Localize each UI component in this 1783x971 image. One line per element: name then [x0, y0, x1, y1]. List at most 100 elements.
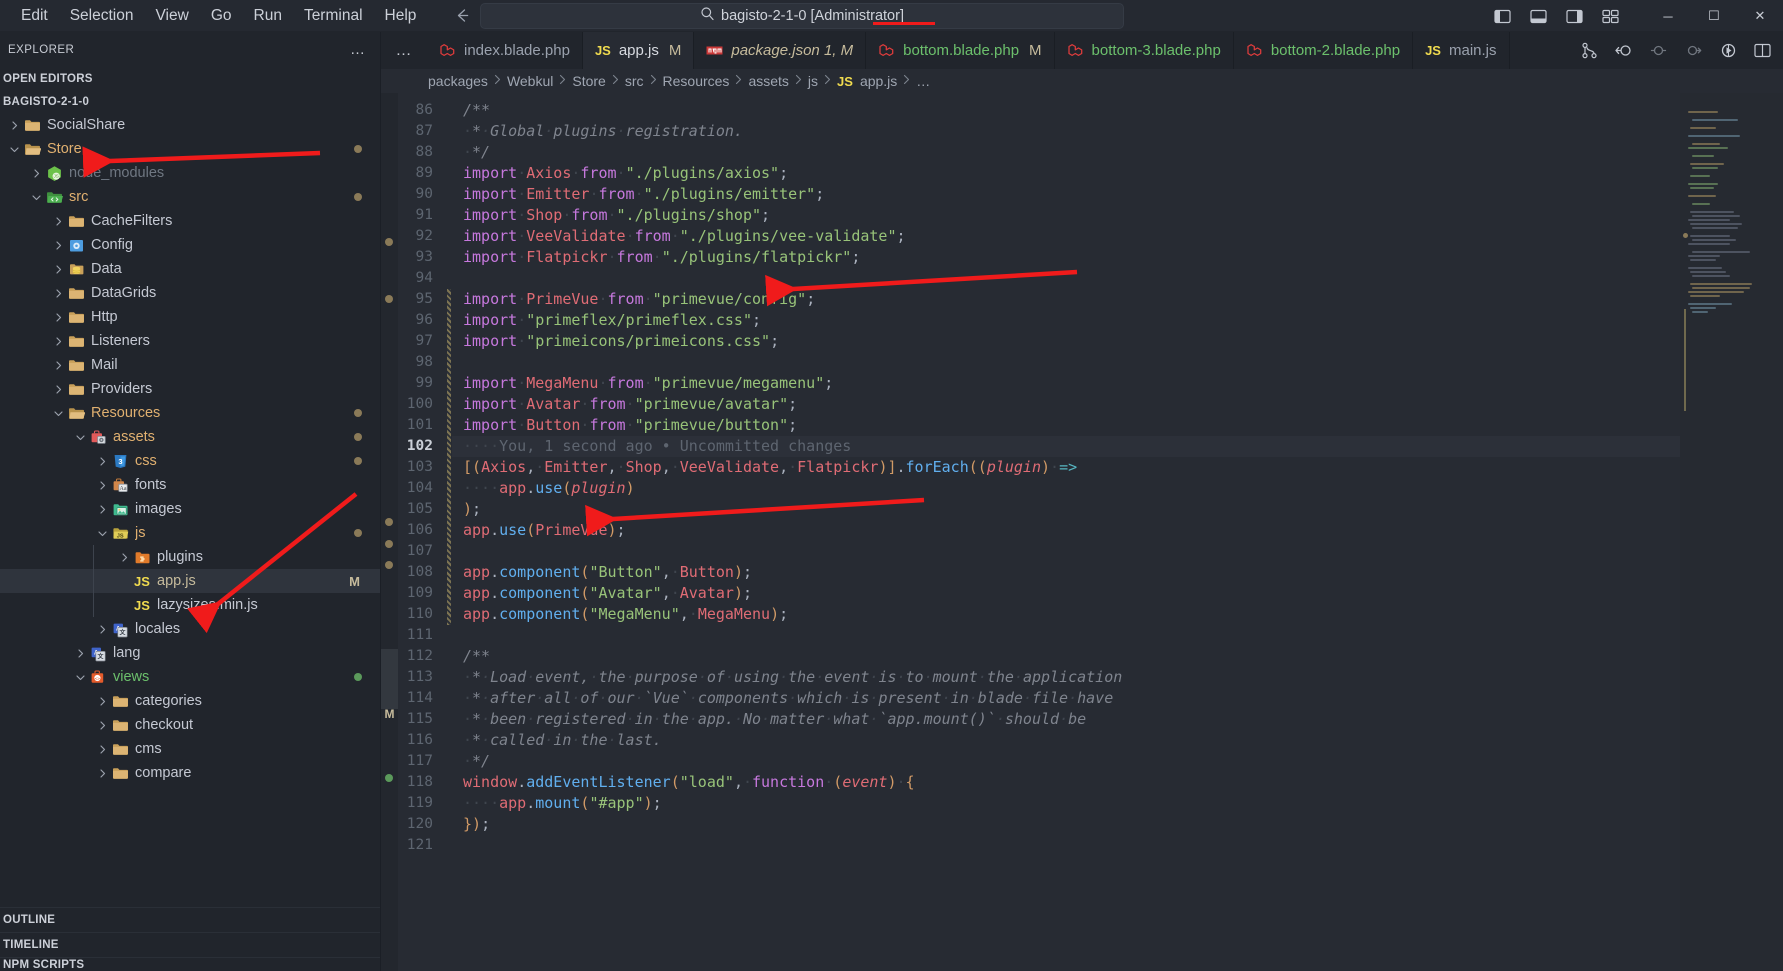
npm-scripts-panel-header[interactable]: NPM SCRIPTS [0, 957, 380, 971]
code-line[interactable]: import·Flatpickr·from·"./plugins/flatpic… [463, 247, 1680, 268]
code-line[interactable]: import·MegaMenu·from·"primevue/megamenu"… [463, 373, 1680, 394]
open-tabs[interactable]: index.blade.php JS app.js Mpackage.json 1, … [427, 32, 1569, 69]
code-line[interactable]: ····app.mount("#app"); [463, 793, 1680, 814]
command-center-search[interactable]: bagisto-2-1-0 [Administrator] [480, 3, 1124, 29]
chevron-down-icon[interactable] [73, 672, 88, 683]
breadcrumb-item[interactable]: src [625, 73, 644, 89]
code-line[interactable]: import·Button·from·"primevue/button"; [463, 415, 1680, 436]
chevron-right-icon[interactable] [51, 360, 66, 371]
tree-item-node-modules[interactable]: JS node_modules [0, 161, 380, 185]
menu-item-terminal[interactable]: Terminal [293, 4, 374, 28]
breadcrumb-item[interactable]: assets [748, 73, 788, 89]
code-line[interactable] [463, 352, 1680, 373]
chevron-right-icon[interactable] [51, 216, 66, 227]
split-editor-icon[interactable] [1754, 43, 1771, 58]
tab-bottom-3.blade.php[interactable]: bottom-3.blade.php [1054, 32, 1234, 69]
code-line[interactable]: app.use(PrimeVue); [463, 520, 1680, 541]
chevron-right-icon[interactable] [95, 720, 110, 731]
code-editor[interactable]: M 86 87 88 89 90 91 92 93 94 95 96 97 98 99 100 101 102 1… [381, 93, 1783, 971]
tree-item-datagrids[interactable]: DataGrids [0, 281, 380, 305]
tab-bottom-2.blade.php[interactable]: bottom-2.blade.php [1233, 32, 1414, 69]
tree-item-fonts[interactable]: Aa fonts [0, 473, 380, 497]
code-line[interactable]: }); [463, 814, 1680, 835]
open-editors-section[interactable]: OPEN EDITORS [0, 67, 380, 90]
tree-item-listeners[interactable]: Listeners [0, 329, 380, 353]
run-and-debug-step-back-icon[interactable] [1614, 42, 1633, 59]
tree-item-views[interactable]: <> views [0, 665, 380, 689]
tree-item-app-js[interactable]: JS app.js M [0, 569, 380, 593]
tab-package.json[interactable]: package.json 1, M [694, 32, 867, 69]
code-line[interactable]: app.component("Avatar",·Avatar); [463, 583, 1680, 604]
outline-panel-header[interactable]: OUTLINE [0, 907, 380, 932]
tree-item-providers[interactable]: Providers [0, 377, 380, 401]
menu-item-view[interactable]: View [144, 4, 199, 28]
back-arrow-icon[interactable] [451, 5, 473, 27]
debug-step-over-icon[interactable] [1684, 42, 1703, 59]
code-content[interactable]: /** ·*·Global·plugins·registration. ·*/imp… [452, 93, 1680, 971]
chevron-right-icon[interactable] [73, 648, 88, 659]
tree-item-compare[interactable]: compare [0, 761, 380, 785]
menu-item-go[interactable]: Go [200, 4, 243, 28]
code-line[interactable]: import·Avatar·from·"primevue/avatar"; [463, 394, 1680, 415]
minimize-button[interactable]: ─ [1645, 0, 1691, 32]
minimap[interactable] [1680, 93, 1783, 971]
chevron-down-icon[interactable] [95, 528, 110, 539]
chevron-down-icon[interactable] [7, 144, 22, 155]
menu-item-edit[interactable]: Edit [10, 4, 59, 28]
code-line[interactable]: /** [463, 646, 1680, 667]
code-line[interactable]: ·*·Global·plugins·registration. [463, 121, 1680, 142]
code-line[interactable] [463, 625, 1680, 646]
code-line[interactable]: [(Axios,·Emitter,·Shop,·VeeValidate,·Fla… [463, 457, 1680, 478]
tree-item-assets[interactable]: assets [0, 425, 380, 449]
timeline-panel-header[interactable]: TIMELINE [0, 932, 380, 957]
breadcrumb[interactable]: packages Webkul Store src Resources assets js J… [381, 69, 1783, 93]
chevron-right-icon[interactable] [95, 456, 110, 467]
tree-item-images[interactable]: images [0, 497, 380, 521]
tree-item-locales[interactable]: A文 locales [0, 617, 380, 641]
code-line[interactable]: window.addEventListener("load",·function… [463, 772, 1680, 793]
debug-breakpoint-icon[interactable] [1649, 42, 1668, 59]
tree-item-store[interactable]: Store [0, 137, 380, 161]
tree-item-resources[interactable]: Resources [0, 401, 380, 425]
chevron-right-icon[interactable] [51, 240, 66, 251]
tree-item-js[interactable]: JS js [0, 521, 380, 545]
code-line[interactable]: import·Shop·from·"./plugins/shop"; [463, 205, 1680, 226]
code-line[interactable]: import·PrimeVue·from·"primevue/config"; [463, 289, 1680, 310]
chevron-right-icon[interactable] [51, 312, 66, 323]
chevron-right-icon[interactable] [95, 624, 110, 635]
toggle-primary-sidebar-icon[interactable] [1494, 9, 1511, 24]
menu-item-help[interactable]: Help [374, 4, 428, 28]
chevron-right-icon[interactable] [51, 336, 66, 347]
code-line[interactable]: /** [463, 100, 1680, 121]
chevron-down-icon[interactable] [29, 192, 44, 203]
code-line[interactable] [463, 835, 1680, 856]
toggle-secondary-sidebar-icon[interactable] [1566, 9, 1583, 24]
breadcrumb-item[interactable]: packages [428, 73, 488, 89]
chevron-down-icon[interactable] [51, 408, 66, 419]
tree-item-config[interactable]: Config [0, 233, 380, 257]
code-line[interactable] [463, 541, 1680, 562]
tree-item-src[interactable]: src [0, 185, 380, 209]
code-line[interactable]: ·*·been·registered·in·the·app.·No·matter… [463, 709, 1680, 730]
customize-layout-icon[interactable] [1602, 9, 1619, 24]
tab-main.js[interactable]: JS main.js [1413, 32, 1510, 69]
tree-item-mail[interactable]: Mail [0, 353, 380, 377]
tab-bottom.blade.php[interactable]: bottom.blade.php M [866, 32, 1055, 69]
code-line[interactable]: ·*/ [463, 751, 1680, 772]
chevron-right-icon[interactable] [95, 480, 110, 491]
toggle-panel-icon[interactable] [1530, 9, 1547, 24]
code-line[interactable]: import·Axios·from·"./plugins/axios"; [463, 163, 1680, 184]
chevron-right-icon[interactable] [95, 744, 110, 755]
code-line[interactable]: ); [463, 499, 1680, 520]
code-line[interactable]: ·*·after·all·of·our·`Vue`·components·whi… [463, 688, 1680, 709]
chevron-right-icon[interactable] [29, 168, 44, 179]
code-line[interactable]: ····You, 1 second ago • Uncommitted chan… [452, 436, 1680, 457]
chevron-right-icon[interactable] [117, 552, 132, 563]
chevron-right-icon[interactable] [7, 120, 22, 131]
code-line[interactable]: ·*/ [463, 142, 1680, 163]
tree-item-categories[interactable]: categories [0, 689, 380, 713]
tab-app.js[interactable]: JS app.js M [582, 32, 695, 69]
chevron-right-icon[interactable] [51, 288, 66, 299]
code-line[interactable]: import·"primeflex/primeflex.css"; [463, 310, 1680, 331]
tree-item-cachefilters[interactable]: CacheFilters [0, 209, 380, 233]
